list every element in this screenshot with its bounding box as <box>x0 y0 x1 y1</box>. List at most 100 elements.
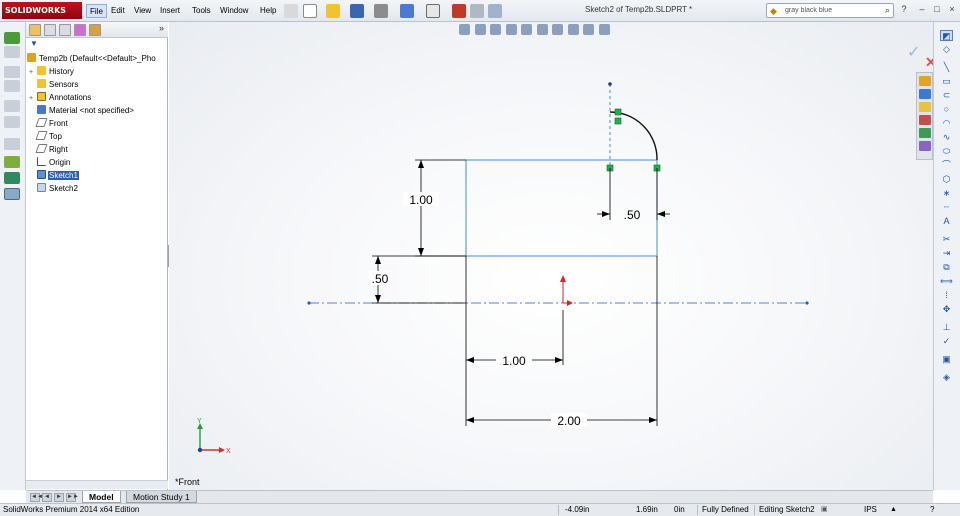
rebuild-traffic-light-icon[interactable] <box>452 4 466 18</box>
point-icon[interactable]: ∗ <box>940 188 953 199</box>
previous-tab-button[interactable]: ◄ <box>42 493 52 502</box>
menu-edit[interactable]: Edit <box>108 4 128 18</box>
view-palette-icon[interactable] <box>919 115 931 125</box>
tree-item-material[interactable]: Material <not specified> <box>29 104 135 117</box>
new-document-icon[interactable] <box>303 4 317 18</box>
feature-tree-scrollbar[interactable] <box>26 480 168 489</box>
menu-tools[interactable]: Tools <box>189 4 214 18</box>
tree-root[interactable]: Temp2b (Default<<Default>_Pho <box>27 52 157 65</box>
solidworks-resources-icon[interactable] <box>919 76 931 86</box>
display-relations-icon[interactable] <box>4 156 20 168</box>
pin-icon[interactable] <box>284 4 298 18</box>
smart-dimension-icon[interactable] <box>4 46 20 58</box>
tree-filter-bar[interactable]: ▼ <box>28 39 166 49</box>
minimize-button[interactable]: – <box>916 3 928 15</box>
text-icon[interactable]: A <box>940 216 953 227</box>
ellipse-icon[interactable]: ⬭ <box>940 146 953 157</box>
construction-endpoint[interactable] <box>608 82 612 86</box>
linear-pattern-icon[interactable]: ⁞ <box>940 290 953 301</box>
rectangle-icon[interactable]: ▭ <box>940 76 953 87</box>
endpoint-relation-marker[interactable] <box>614 108 622 116</box>
relation-marker[interactable] <box>614 117 622 125</box>
trim-icon[interactable]: ✂ <box>940 234 953 245</box>
centerline-endpoint[interactable] <box>805 301 809 305</box>
tree-item-right-plane[interactable]: Right <box>29 143 69 156</box>
quick-snaps-icon[interactable]: ▣ <box>940 354 953 365</box>
design-library-icon[interactable] <box>919 89 931 99</box>
appearances-icon[interactable] <box>919 128 931 138</box>
tree-item-annotations[interactable]: + Annotations <box>29 91 92 104</box>
file-explorer-icon[interactable] <box>919 102 931 112</box>
quick-snaps-icon[interactable] <box>4 188 20 200</box>
unit-system[interactable]: IPS <box>864 504 877 516</box>
tab-model[interactable]: Model <box>82 491 121 503</box>
arc-icon[interactable]: ◠ <box>940 118 953 129</box>
help-icon[interactable]: ? <box>898 3 910 15</box>
add-relation-icon[interactable]: ⊥ <box>940 322 953 333</box>
circle-tool-icon[interactable] <box>4 100 20 112</box>
line-tool-icon[interactable] <box>4 66 20 78</box>
last-tab-button[interactable]: ►► <box>66 493 79 502</box>
tree-item-sketch1[interactable]: Sketch1 <box>29 169 79 182</box>
next-tab-button[interactable]: ► <box>54 493 64 502</box>
maximize-button[interactable]: □ <box>931 3 943 15</box>
line-icon[interactable]: ╲ <box>940 62 953 73</box>
fillet-icon[interactable]: ⌒ <box>940 160 953 171</box>
configuration-manager-tab-icon[interactable] <box>59 24 71 36</box>
dimension-height[interactable]: 1.00 <box>409 193 433 207</box>
first-tab-button[interactable]: ◄◄ <box>30 493 43 502</box>
graphics-area[interactable]: ✓ ✕ 1.00 .50 .50 1.00 2.00 Y X *Front <box>169 22 933 490</box>
solidworks-logo[interactable]: SOLIDWORKS <box>2 2 82 19</box>
menu-help[interactable]: Help <box>257 4 279 18</box>
search-input[interactable] <box>785 5 875 16</box>
repair-icon[interactable]: ✓ <box>940 336 953 347</box>
circle-icon[interactable]: ○ <box>940 104 953 115</box>
menu-file[interactable]: File <box>86 4 107 18</box>
collapse-panel-button[interactable]: » <box>159 23 164 33</box>
tree-item-sketch2[interactable]: Sketch2 <box>29 182 79 195</box>
print-icon[interactable] <box>374 4 388 18</box>
tree-item-history[interactable]: + History <box>29 65 75 78</box>
extend-icon[interactable]: ⇥ <box>940 248 953 259</box>
dimension-origin-offset[interactable]: 1.00 <box>502 354 526 368</box>
repair-sketch-icon[interactable] <box>4 172 20 184</box>
linear-pattern-icon[interactable] <box>4 138 20 150</box>
custom-properties-icon[interactable] <box>919 141 931 151</box>
polygon-icon[interactable]: ⬡ <box>940 174 953 185</box>
search-icon[interactable]: ⌕ <box>885 5 890 16</box>
slot-icon[interactable]: ⊂ <box>940 90 953 101</box>
mirror-icon[interactable]: ⟺ <box>940 276 953 287</box>
display-manager-tab-icon[interactable] <box>89 24 101 36</box>
open-folder-icon[interactable] <box>326 4 340 18</box>
tab-motion-study[interactable]: Motion Study 1 <box>126 491 197 503</box>
menu-insert[interactable]: Insert <box>157 4 183 18</box>
sketch-tool-icon[interactable]: ◩ <box>940 30 953 41</box>
menu-view[interactable]: View <box>131 4 154 18</box>
tree-item-sensors[interactable]: Sensors <box>29 78 79 91</box>
tree-item-top-plane[interactable]: Top <box>29 130 63 143</box>
spline-icon[interactable]: ∿ <box>940 132 953 143</box>
tree-item-origin[interactable]: Origin <box>29 156 71 169</box>
property-manager-tab-icon[interactable] <box>44 24 56 36</box>
undo-icon[interactable] <box>400 4 414 18</box>
rapid-sketch-icon[interactable]: ◈ <box>940 372 953 383</box>
feature-tree-tab-icon[interactable] <box>29 24 41 36</box>
dimension-vertical-offset[interactable]: .50 <box>372 272 389 286</box>
offset-icon[interactable]: ⧉ <box>940 262 953 273</box>
menu-window[interactable]: Window <box>217 4 251 18</box>
save-icon[interactable] <box>350 4 364 18</box>
centerline-icon[interactable]: ┈ <box>940 202 953 213</box>
dimxpert-tab-icon[interactable] <box>74 24 86 36</box>
dimension-width[interactable]: 2.00 <box>557 414 581 428</box>
sketch-canvas[interactable]: 1.00 .50 .50 1.00 2.00 Y X <box>169 22 933 490</box>
exit-sketch-icon[interactable] <box>4 32 20 44</box>
file-properties-icon[interactable] <box>470 4 484 18</box>
rectangle-tool-icon[interactable] <box>4 80 20 92</box>
rebuild-indicator-icon[interactable]: ▣ <box>821 504 828 516</box>
unit-system-arrow[interactable]: ▲ <box>890 504 897 516</box>
smart-dimension-icon[interactable]: ◇ <box>940 44 953 55</box>
select-pointer-icon[interactable] <box>426 4 440 18</box>
search-box[interactable]: ◆ ⌕ <box>766 3 894 18</box>
arc-tool-icon[interactable] <box>4 116 20 128</box>
options-icon[interactable] <box>488 4 502 18</box>
